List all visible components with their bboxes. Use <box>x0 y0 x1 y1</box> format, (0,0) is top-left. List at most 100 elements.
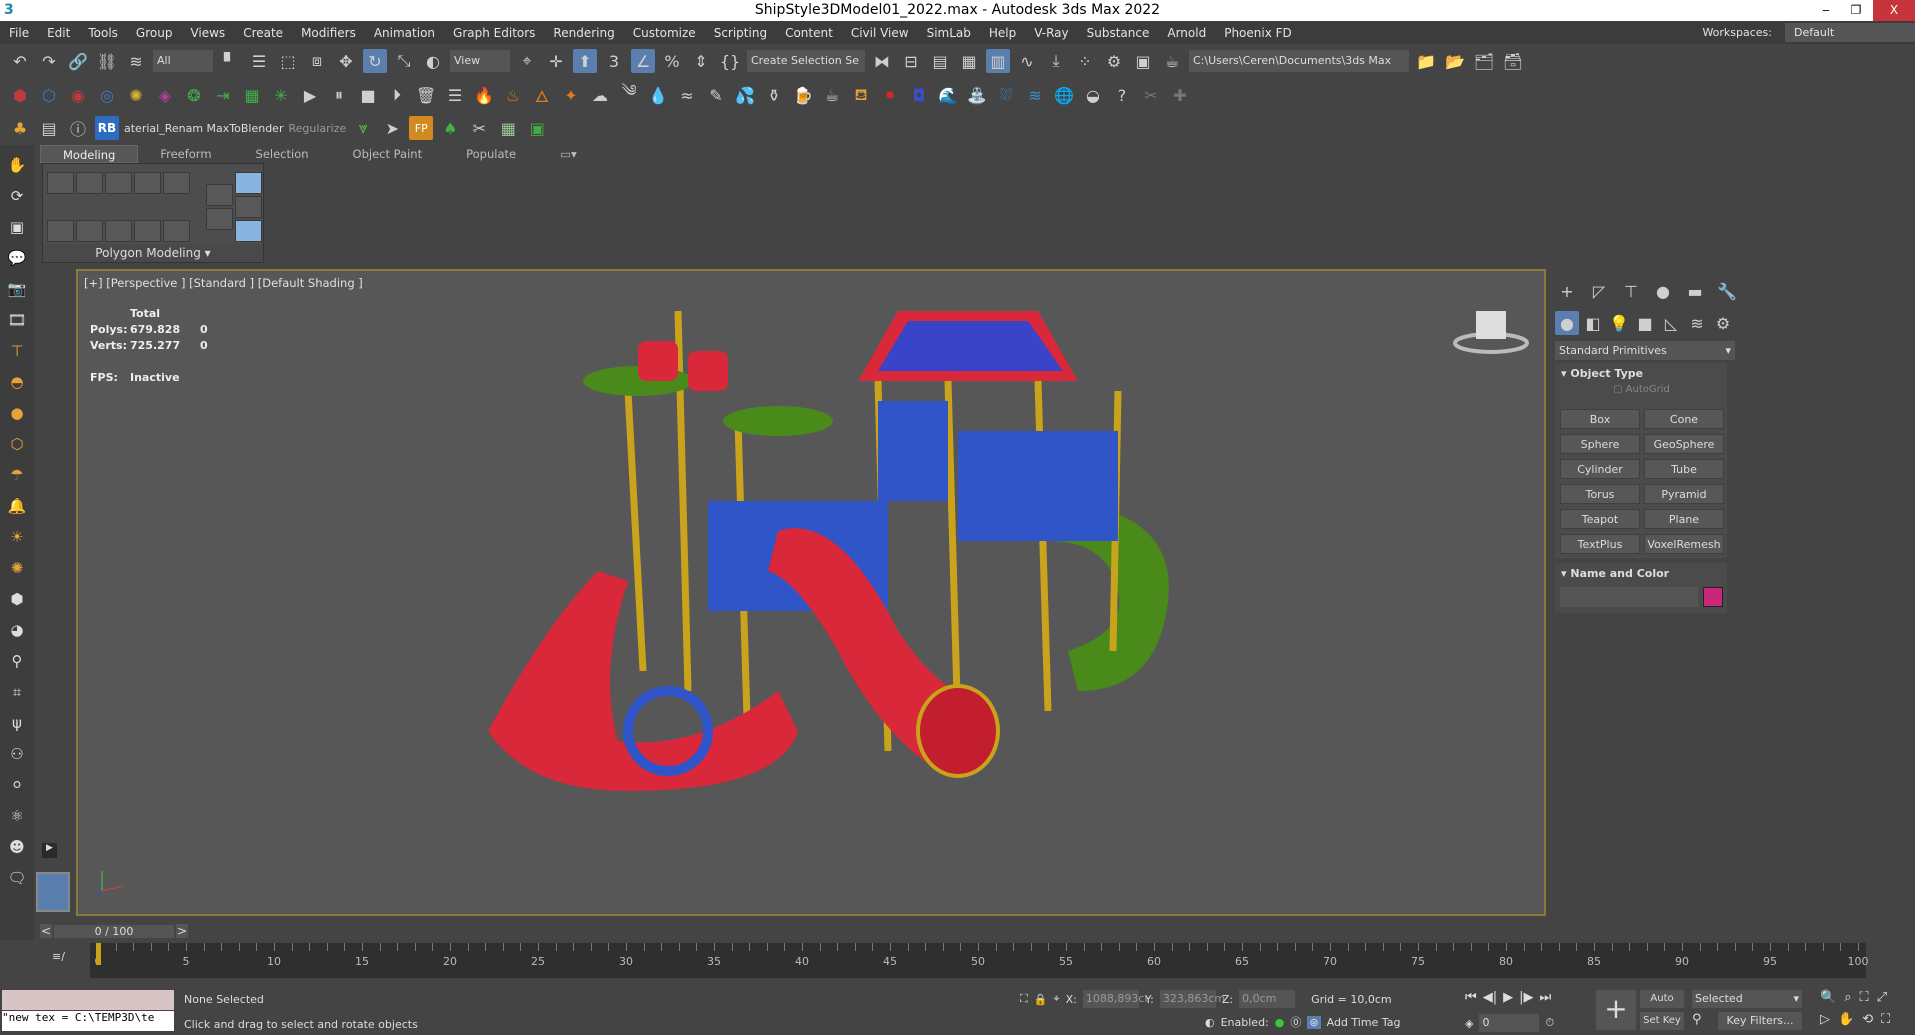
close-button[interactable]: X <box>1873 0 1915 21</box>
undo-icon[interactable]: ↶ <box>8 49 32 73</box>
sphere-button[interactable]: Sphere <box>1560 434 1640 454</box>
utilities-tab-icon[interactable]: 🔧 <box>1715 279 1739 303</box>
cube-icon[interactable]: ⬢ <box>5 587 29 611</box>
current-frame-field[interactable]: 0 <box>1479 1014 1540 1032</box>
fire-source-icon[interactable]: ♨ <box>501 83 525 107</box>
box-icon[interactable]: ▣ <box>5 215 29 239</box>
wave-icon[interactable]: 🌊 <box>936 83 960 107</box>
menu-tools[interactable]: Tools <box>79 26 127 40</box>
autogrid-checkbox[interactable]: ▢ AutoGrid <box>1555 384 1727 395</box>
layer-explorer-icon[interactable]: ▦ <box>957 49 981 73</box>
track-bar[interactable]: 0510152025303540455055606570758085909510… <box>90 943 1869 978</box>
key-mode-dropdown[interactable]: Selected ▾ <box>1692 990 1802 1008</box>
motion-tab-icon[interactable]: ● <box>1651 279 1675 303</box>
arrow-icon[interactable]: ⇥ <box>211 83 235 107</box>
textplus-button[interactable]: TextPlus <box>1560 534 1640 554</box>
cylinder-button[interactable]: Cylinder <box>1560 459 1640 479</box>
shrink-icon[interactable] <box>76 220 103 242</box>
teapot-icon[interactable]: ◕ <box>5 618 29 642</box>
z-coordinate-field[interactable]: 0,0cm <box>1239 990 1296 1008</box>
plant-icon[interactable]: ♠ <box>438 116 462 140</box>
cameras-icon[interactable]: ■ <box>1633 311 1657 335</box>
auto-key-button[interactable]: Auto Key <box>1640 990 1684 1022</box>
sun-icon[interactable]: ☀ <box>5 525 29 549</box>
named-selection-dropdown[interactable]: Create Selection Se <box>747 50 865 72</box>
zoom-extents-all-icon[interactable]: ⤢ <box>1877 990 1887 1005</box>
project-settings-icon[interactable]: 🗃 <box>1501 49 1525 73</box>
tab-modeling[interactable]: Modeling <box>40 145 139 163</box>
tab-populate[interactable]: Populate <box>444 145 538 163</box>
previous-frame-icon[interactable]: ◀| <box>1483 990 1497 1005</box>
tab-freeform[interactable]: Freeform <box>138 145 233 163</box>
object-type-header[interactable]: ▾ Object Type <box>1555 363 1727 384</box>
pyramid-button[interactable]: Pyramid <box>1644 484 1724 504</box>
selection-filter-dropdown[interactable]: All <box>153 50 213 72</box>
maxscript-input[interactable]: "new tex = C:\TEMP3D\te <box>2 1011 174 1031</box>
open-project-icon[interactable]: 📂 <box>1443 49 1467 73</box>
liquid-icon[interactable]: 💦 <box>733 83 757 107</box>
x-coordinate-field[interactable]: 1088,893cı <box>1082 990 1147 1008</box>
key-filter-person-icon[interactable]: ⚲ <box>1692 1012 1712 1027</box>
object-color-swatch[interactable] <box>1703 587 1723 607</box>
person-icon[interactable]: ⚲ <box>5 649 29 673</box>
shapes-icon[interactable]: ◧ <box>1581 311 1605 335</box>
vray-object-icon[interactable]: ⬢ <box>8 83 32 107</box>
save-project-icon[interactable]: 🗂 <box>1472 49 1496 73</box>
rb-button[interactable]: RB <box>95 116 119 140</box>
scale-icon[interactable]: ⤡ <box>392 49 416 73</box>
beer-icon[interactable]: 🍺 <box>791 83 815 107</box>
orbit-icon[interactable]: ⟳ <box>5 184 29 208</box>
scene-explorer-icon[interactable]: ▤ <box>928 49 952 73</box>
menu-create[interactable]: Create <box>234 26 292 40</box>
menu-substance[interactable]: Substance <box>1078 26 1159 40</box>
stop-icon[interactable]: ■ <box>356 83 380 107</box>
lock-icon[interactable]: 🔒 <box>1034 993 1048 1006</box>
foam-icon[interactable]: ⛆ <box>994 83 1018 107</box>
ring-icon[interactable] <box>134 220 161 242</box>
drop-icon[interactable]: 💧 <box>646 83 670 107</box>
record-icon[interactable]: ⏺ <box>878 83 902 107</box>
project-path-dropdown[interactable]: C:\Users\Ceren\Documents\3ds Max 2022 <box>1189 50 1409 89</box>
bowl-icon[interactable]: ◒ <box>1081 83 1105 107</box>
zoom-extents-icon[interactable]: ⛶ <box>1859 990 1868 1005</box>
menu-simlab[interactable]: SimLab <box>918 26 980 40</box>
menu-customize[interactable]: Customize <box>624 26 705 40</box>
liquid-source-icon[interactable]: ⛾ <box>849 83 873 107</box>
maximize-viewport-icon[interactable]: ⛶ <box>1881 1012 1890 1027</box>
table-icon[interactable]: ▦ <box>496 116 520 140</box>
next-key-icon[interactable]: |▶ <box>1519 990 1533 1005</box>
menu-rendering[interactable]: Rendering <box>544 26 623 40</box>
select-object-icon[interactable]: ▘ <box>218 49 242 73</box>
y-coordinate-field[interactable]: 323,863cm <box>1159 990 1225 1008</box>
edge-icon[interactable] <box>76 172 103 194</box>
time-slider[interactable]: < 0 / 100 > <box>40 922 195 940</box>
notes-icon[interactable]: ▤ <box>37 116 61 140</box>
snaps-toggle-icon[interactable]: 3 <box>602 49 626 73</box>
show-end-result-icon[interactable] <box>235 172 262 194</box>
bell-icon[interactable]: 🔔 <box>5 494 29 518</box>
restore-button[interactable]: ❐ <box>1841 0 1871 21</box>
zoom-icon[interactable]: 🔍 <box>1820 990 1836 1005</box>
workspaces-dropdown[interactable]: Default <box>1785 23 1915 42</box>
sunburst-icon[interactable]: ✺ <box>5 556 29 580</box>
cone-button[interactable]: Cone <box>1644 409 1724 429</box>
key-filters-button[interactable]: Key Filters... <box>1718 1012 1802 1030</box>
question-icon[interactable]: ⓘ <box>66 116 90 140</box>
menu-arnold[interactable]: Arnold <box>1158 26 1215 40</box>
fp-button[interactable]: FP <box>409 116 434 140</box>
next-frame-button[interactable]: > <box>176 924 188 938</box>
rendered-frame-icon[interactable]: ▣ <box>1131 49 1155 73</box>
menu-vray[interactable]: V-Ray <box>1025 26 1077 40</box>
element-icon[interactable] <box>163 172 190 194</box>
maxscript-listener-top[interactable] <box>2 990 174 1010</box>
play-icon[interactable]: ▶ <box>298 83 322 107</box>
lights-icon[interactable]: 💡 <box>1607 311 1631 335</box>
absolute-mode-icon[interactable]: ⌖ <box>1053 992 1059 1006</box>
expand-viewport-button[interactable]: ▶ <box>42 843 57 858</box>
prev-frame-button[interactable]: < <box>40 924 52 938</box>
teapot-button[interactable]: Teapot <box>1560 509 1640 529</box>
display-tab-icon[interactable]: ▬ <box>1683 279 1707 303</box>
geometry-icon[interactable]: ● <box>1555 311 1579 335</box>
tools-icon[interactable]: ✂ <box>467 116 491 140</box>
object-name-input[interactable] <box>1560 587 1698 607</box>
